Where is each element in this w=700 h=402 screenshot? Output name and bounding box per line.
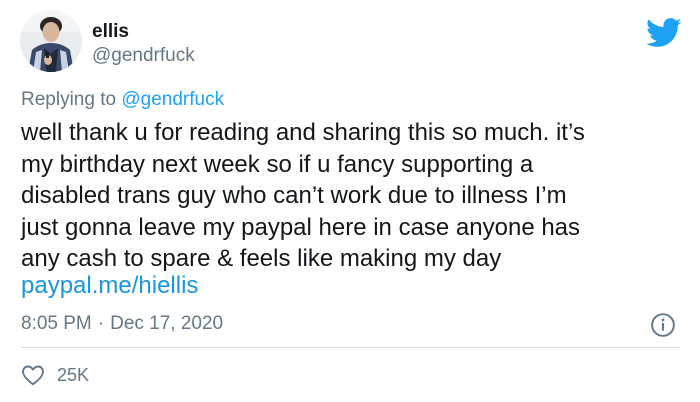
author-display-name[interactable]: ellis [92, 21, 129, 43]
paypal-link[interactable]: paypal.me/hiellis [21, 270, 198, 302]
divider [21, 347, 680, 348]
reply-handle-link[interactable]: @gendrfuck [121, 89, 224, 110]
author-handle[interactable]: @gendrfuck [92, 45, 195, 67]
reply-context: Replying to @gendrfuck [21, 89, 224, 111]
tweet-date: Dec 17, 2020 [110, 313, 224, 334]
tweet-text: well thank u for reading and sharing thi… [21, 119, 585, 272]
avatar[interactable] [20, 10, 82, 72]
meta-separator: · [97, 313, 105, 334]
like-count: 25K [57, 364, 90, 385]
tweet-time: 8:05 PM [21, 313, 92, 334]
tweet-timestamp[interactable]: 8:05 PM · Dec 17, 2020 [21, 313, 223, 335]
like-button[interactable]: 25K [21, 362, 89, 388]
info-icon[interactable] [650, 312, 676, 338]
tweet-card: ellis @gendrfuck Replying to @gendrfuck … [0, 0, 700, 402]
twitter-bird-icon[interactable] [646, 18, 682, 48]
heart-icon [22, 365, 44, 386]
avatar-image [20, 10, 82, 72]
reply-prefix: Replying to [21, 89, 117, 110]
